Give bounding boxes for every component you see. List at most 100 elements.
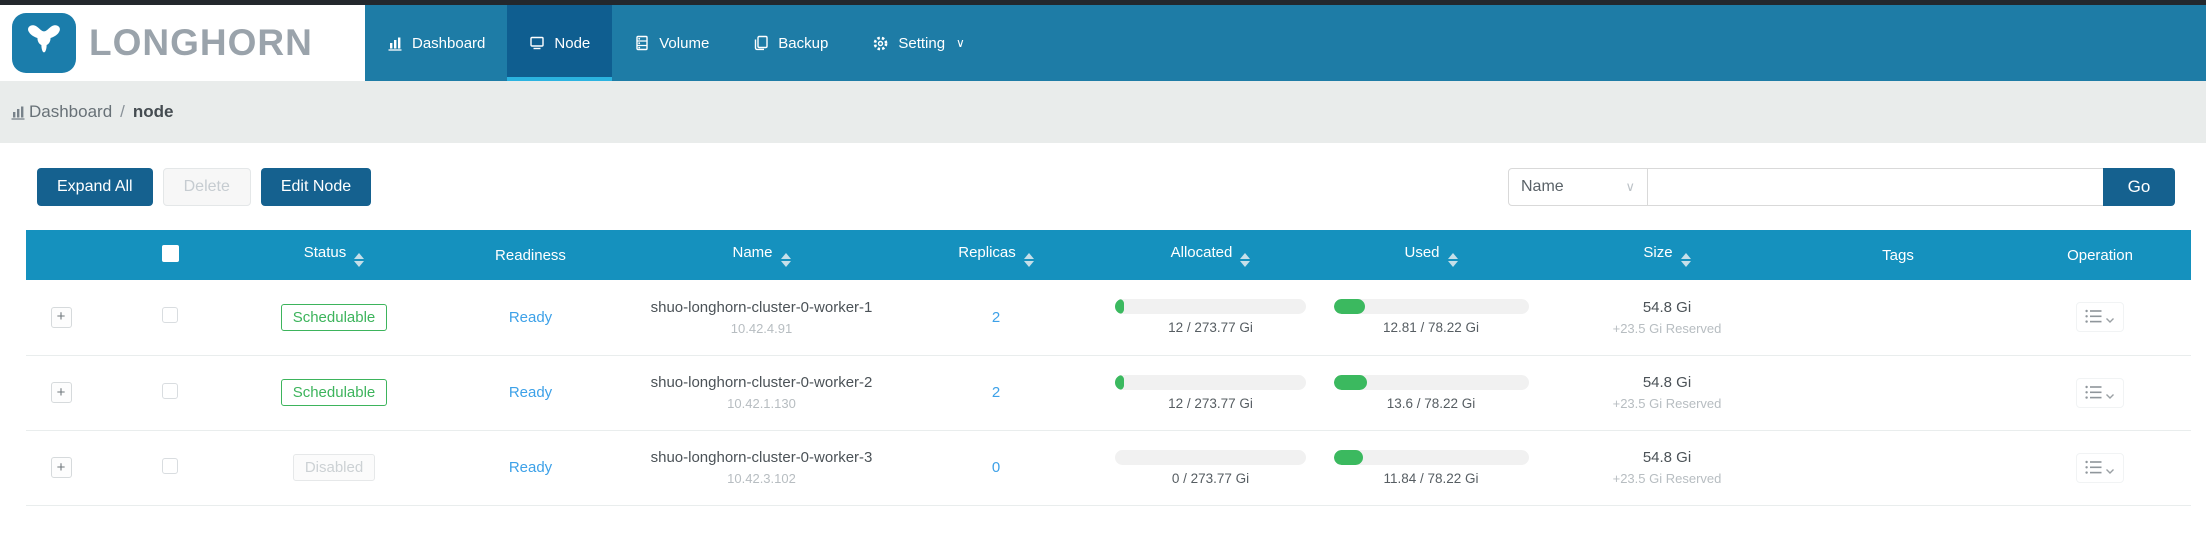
name-cell: shuo-longhorn-cluster-0-worker-3 10.42.3.… xyxy=(637,430,886,505)
size-reserved: +23.5 Gi Reserved xyxy=(1548,396,1786,411)
gear-icon xyxy=(872,35,889,52)
used-cell: 13.6 / 78.22 Gi xyxy=(1315,355,1547,430)
expand-column-header xyxy=(26,230,96,280)
operation-menu-button[interactable] xyxy=(2076,378,2124,408)
node-name[interactable]: shuo-longhorn-cluster-0-worker-1 xyxy=(638,299,885,316)
row-checkbox[interactable] xyxy=(162,307,178,323)
bull-icon xyxy=(21,20,67,67)
node-icon xyxy=(529,35,545,51)
table-row: +SchedulableReadyshuo-longhorn-cluster-0… xyxy=(26,280,2191,355)
size-reserved: +23.5 Gi Reserved xyxy=(1548,471,1786,486)
tags-cell xyxy=(1787,280,2009,355)
nav-item-backup[interactable]: Backup xyxy=(731,5,850,81)
operation-menu-button[interactable] xyxy=(2076,302,2124,332)
delete-button[interactable]: Delete xyxy=(163,168,251,206)
used-value: 13.6 / 78.22 Gi xyxy=(1316,396,1546,411)
column-label: Operation xyxy=(2067,247,2133,264)
expand-row-button[interactable]: + xyxy=(51,307,72,328)
replicas-count[interactable]: 2 xyxy=(992,309,1000,326)
column-header-size[interactable]: Size xyxy=(1547,230,1787,280)
search-field-select[interactable]: Name ∨ xyxy=(1508,168,1648,206)
column-header-name[interactable]: Name xyxy=(637,230,886,280)
used-progress-bar xyxy=(1334,299,1529,314)
operation-list-icon xyxy=(2085,385,2115,403)
readiness-cell: Ready xyxy=(424,355,637,430)
chart-icon xyxy=(387,35,403,51)
sort-icon[interactable] xyxy=(354,253,364,267)
expand-all-button[interactable]: Expand All xyxy=(37,168,153,206)
edit-node-button[interactable]: Edit Node xyxy=(261,168,371,206)
sort-icon[interactable] xyxy=(781,253,791,267)
operation-cell xyxy=(2009,355,2191,430)
sort-icon[interactable] xyxy=(1240,253,1250,267)
node-name[interactable]: shuo-longhorn-cluster-0-worker-2 xyxy=(638,374,885,391)
column-label: Name xyxy=(732,244,772,261)
search-field-value: Name xyxy=(1521,178,1564,196)
column-header-status[interactable]: Status xyxy=(244,230,424,280)
name-cell: shuo-longhorn-cluster-0-worker-2 10.42.1.… xyxy=(637,355,886,430)
used-cell: 11.84 / 78.22 Gi xyxy=(1315,430,1547,505)
column-header-allocated[interactable]: Allocated xyxy=(1106,230,1315,280)
table-header-row: StatusReadinessNameReplicasAllocatedUsed… xyxy=(26,230,2191,280)
node-ip: 10.42.1.130 xyxy=(638,396,885,411)
size-cell: 54.8 Gi +23.5 Gi Reserved xyxy=(1547,430,1787,505)
nav-item-node[interactable]: Node xyxy=(507,5,612,81)
longhorn-logo[interactable] xyxy=(12,13,76,73)
sort-icon[interactable] xyxy=(1448,253,1458,267)
checkbox-cell xyxy=(96,430,244,505)
nav-item-label: Node xyxy=(554,35,590,52)
allocated-progress-fill xyxy=(1115,299,1123,314)
sort-icon[interactable] xyxy=(1024,253,1034,267)
replicas-count[interactable]: 2 xyxy=(992,384,1000,401)
allocated-cell: 12 / 273.77 Gi xyxy=(1106,355,1315,430)
breadcrumb-root[interactable]: Dashboard xyxy=(29,102,112,122)
expand-row-button[interactable]: + xyxy=(51,457,72,478)
nav-item-label: Setting xyxy=(898,35,945,52)
size-value: 54.8 Gi xyxy=(1548,299,1786,316)
allocated-cell: 0 / 273.77 Gi xyxy=(1106,430,1315,505)
nav-item-volume[interactable]: Volume xyxy=(612,5,731,81)
operation-menu-button[interactable] xyxy=(2076,453,2124,483)
readiness-link[interactable]: Ready xyxy=(509,309,552,326)
operation-cell xyxy=(2009,430,2191,505)
select-all-checkbox[interactable] xyxy=(162,245,179,262)
nav-item-dashboard[interactable]: Dashboard xyxy=(365,5,507,81)
go-button[interactable]: Go xyxy=(2103,168,2175,206)
search-group: Name ∨ Go xyxy=(1508,168,2175,206)
used-progress-bar xyxy=(1334,375,1529,390)
nav-item-label: Dashboard xyxy=(412,35,485,52)
table-row: +SchedulableReadyshuo-longhorn-cluster-0… xyxy=(26,355,2191,430)
readiness-link[interactable]: Ready xyxy=(509,459,552,476)
sort-icon[interactable] xyxy=(1681,253,1691,267)
row-checkbox[interactable] xyxy=(162,383,178,399)
breadcrumb-separator: / xyxy=(120,102,125,122)
column-header-used[interactable]: Used xyxy=(1315,230,1547,280)
used-progress-bar xyxy=(1334,450,1529,465)
replicas-count[interactable]: 0 xyxy=(992,459,1000,476)
main-nav: Dashboard Node Volume Backup Setting∨ xyxy=(365,5,987,81)
allocated-value: 12 / 273.77 Gi xyxy=(1107,320,1314,335)
column-header-replicas[interactable]: Replicas xyxy=(886,230,1106,280)
expand-row-button[interactable]: + xyxy=(51,382,72,403)
table-row: + Disabled Ready shuo-longhorn-cluster-0-wo… xyxy=(26,430,2191,505)
operation-list-icon xyxy=(2085,460,2115,478)
brand-wordmark: LONGHORN xyxy=(89,22,313,64)
replicas-cell: 0 xyxy=(886,430,1106,505)
row-checkbox[interactable] xyxy=(162,458,178,474)
status-badge: Disabled xyxy=(293,454,375,481)
allocated-progress-bar xyxy=(1115,299,1305,314)
column-header-operation: Operation xyxy=(2009,230,2191,280)
size-reserved: +23.5 Gi Reserved xyxy=(1548,321,1786,336)
node-table-wrap: StatusReadinessNameReplicasAllocatedUsed… xyxy=(26,230,2181,506)
node-ip: 10.42.3.102 xyxy=(638,471,885,486)
readiness-cell: Ready xyxy=(424,280,637,355)
expand-cell: + xyxy=(26,280,96,355)
nav-item-label: Backup xyxy=(778,35,828,52)
size-value: 54.8 Gi xyxy=(1548,449,1786,466)
size-cell: 54.8 Gi +23.5 Gi Reserved xyxy=(1547,280,1787,355)
readiness-link[interactable]: Ready xyxy=(509,384,552,401)
nav-item-setting[interactable]: Setting∨ xyxy=(850,5,987,81)
node-name[interactable]: shuo-longhorn-cluster-0-worker-3 xyxy=(638,449,885,466)
column-label: Size xyxy=(1643,244,1672,261)
search-input[interactable] xyxy=(1648,168,2103,206)
